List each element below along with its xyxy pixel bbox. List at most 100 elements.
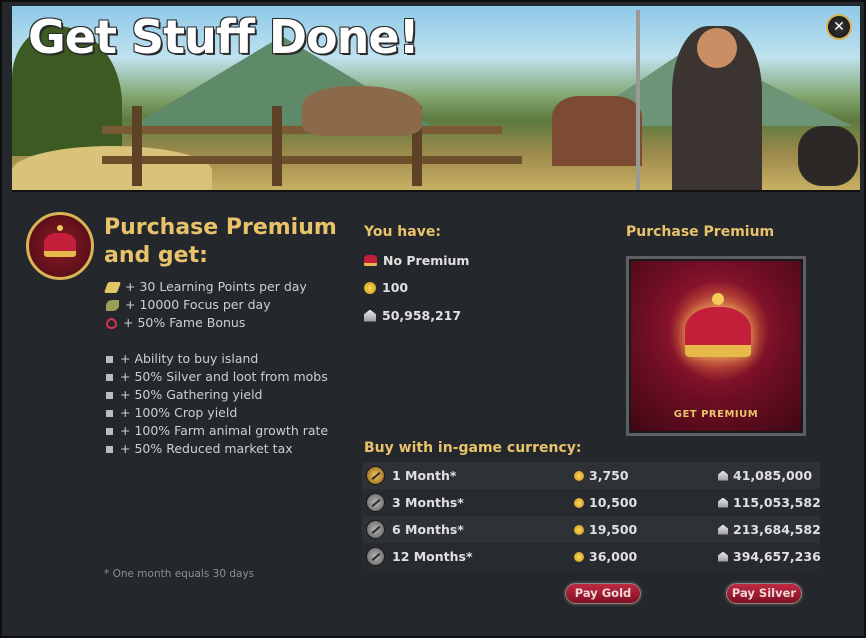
you-have-heading: You have: [364, 224, 441, 240]
bullet-square-icon [106, 373, 113, 381]
feature-text: + 100% Crop yield [120, 405, 238, 420]
get-premium-button[interactable]: GET PREMIUM [626, 256, 806, 436]
bullet-square-icon [106, 391, 113, 399]
pay-gold-button[interactable]: Pay Gold [563, 581, 643, 606]
gold-price-value: 3,750 [589, 468, 629, 483]
list-item: + 50% Silver and loot from mobs [106, 368, 328, 386]
list-item: + 10000 Focus per day [106, 296, 307, 314]
premium-window: Get Stuff Done! ✕ Purchase Premium and g… [0, 0, 866, 638]
silver-icon [718, 470, 728, 481]
gold-price: 10,500 [574, 495, 637, 510]
feature-text: + 50% Reduced market tax [120, 441, 293, 456]
silver-icon [718, 524, 728, 535]
fame-icon [106, 317, 117, 329]
radio-icon[interactable] [366, 493, 385, 512]
feature-text: + 50% Gathering yield [120, 387, 263, 402]
gold-coin-icon [574, 551, 584, 562]
silver-price-value: 394,657,236 [733, 549, 821, 564]
silver-price-value: 115,053,582 [733, 495, 821, 510]
banner-pitchfork [636, 10, 640, 190]
get-premium-label: GET PREMIUM [673, 409, 759, 420]
gold-balance-row: 100 [364, 280, 408, 295]
close-icon: ✕ [833, 19, 845, 35]
feature-list: + Ability to buy island + 50% Silver and… [106, 350, 328, 458]
gold-coin-icon [574, 497, 584, 508]
bonus-text: + 10000 Focus per day [125, 297, 271, 312]
duration-label: 3 Months* [392, 495, 464, 510]
silver-price: 394,657,236 [718, 549, 821, 564]
close-button[interactable]: ✕ [826, 14, 852, 40]
silver-price: 41,085,000 [718, 468, 812, 483]
bullet-square-icon [106, 409, 113, 417]
gold-price-value: 10,500 [589, 495, 638, 510]
pay-silver-button[interactable]: Pay Silver [724, 581, 804, 606]
buy-options-table: 1 Month* 3,750 41,085,000 3 Months* 10,5… [362, 462, 821, 570]
silver-price: 213,684,582 [718, 522, 821, 537]
list-item: + 50% Gathering yield [106, 386, 328, 404]
silver-icon [718, 551, 728, 562]
list-item: + 30 Learning Points per day [103, 278, 307, 296]
silver-price-value: 213,684,582 [733, 522, 821, 537]
bonus-text: + 50% Fame Bonus [123, 315, 246, 330]
gold-price: 3,750 [574, 468, 629, 483]
crown-icon [364, 255, 377, 266]
footnote: * One month equals 30 days [104, 568, 255, 580]
gold-coin-icon [574, 524, 584, 535]
gold-price-value: 19,500 [589, 522, 638, 537]
silver-price-value: 41,085,000 [733, 468, 813, 483]
feature-text: + 50% Silver and loot from mobs [120, 369, 328, 384]
premium-status-row: No Premium [364, 253, 469, 268]
table-row[interactable]: 3 Months* 10,500 115,053,582 [362, 489, 821, 516]
crown-icon [44, 225, 76, 257]
bonus-list: + 30 Learning Points per day + 10000 Foc… [103, 278, 307, 332]
gold-price: 36,000 [574, 549, 637, 564]
gold-coin-icon [364, 281, 376, 294]
gold-price: 19,500 [574, 522, 637, 537]
duration-label: 1 Month* [392, 468, 457, 483]
list-item: + Ability to buy island [106, 350, 328, 368]
list-item: + 50% Fame Bonus [106, 314, 307, 332]
premium-status-text: No Premium [383, 253, 470, 268]
banner-yak [798, 126, 858, 186]
bullet-square-icon [106, 445, 113, 453]
banner-horse [302, 86, 422, 136]
radio-selected-icon[interactable] [366, 466, 385, 485]
silver-balance-row: 50,958,217 [364, 308, 461, 323]
banner-hay [12, 146, 212, 190]
duration-label: 6 Months* [392, 522, 464, 537]
banner-barn [552, 96, 642, 166]
table-row[interactable]: 12 Months* 36,000 394,657,236 [362, 543, 821, 570]
banner-fence-rail-bottom [102, 156, 522, 164]
duration-label: 12 Months* [392, 549, 473, 564]
banner-fence-post [132, 106, 142, 186]
buy-heading: Buy with in-game currency: [364, 440, 582, 456]
list-item: + 50% Reduced market tax [106, 440, 328, 458]
bonus-text: + 30 Learning Points per day [125, 279, 307, 294]
learning-points-icon [103, 281, 122, 293]
gold-price-value: 36,000 [589, 549, 638, 564]
radio-icon[interactable] [366, 520, 385, 539]
silver-balance: 50,958,217 [382, 308, 462, 323]
bullet-square-icon [106, 355, 113, 363]
feature-text: + 100% Farm animal growth rate [120, 423, 329, 438]
list-item: + 100% Farm animal growth rate [106, 422, 328, 440]
premium-crown-badge [26, 212, 94, 280]
silver-price: 115,053,582 [718, 495, 821, 510]
radio-icon[interactable] [366, 547, 385, 566]
crown-icon [685, 293, 751, 357]
banner-fence-post [272, 106, 282, 186]
gold-balance: 100 [382, 280, 409, 295]
page-title: Get Stuff Done! [28, 10, 420, 64]
gold-coin-icon [574, 470, 584, 481]
silver-icon [718, 497, 728, 508]
feature-text: + Ability to buy island [120, 351, 259, 366]
table-row[interactable]: 1 Month* 3,750 41,085,000 [362, 462, 820, 489]
bullet-square-icon [106, 427, 113, 435]
focus-icon [106, 299, 119, 311]
silver-icon [364, 309, 376, 322]
list-item: + 100% Crop yield [106, 404, 328, 422]
purchase-premium-heading: Purchase Premium [626, 224, 775, 240]
table-row[interactable]: 6 Months* 19,500 213,684,582 [362, 516, 821, 543]
banner-farmer-head [697, 28, 737, 68]
premium-benefits-heading: Purchase Premium and get: [104, 215, 337, 268]
